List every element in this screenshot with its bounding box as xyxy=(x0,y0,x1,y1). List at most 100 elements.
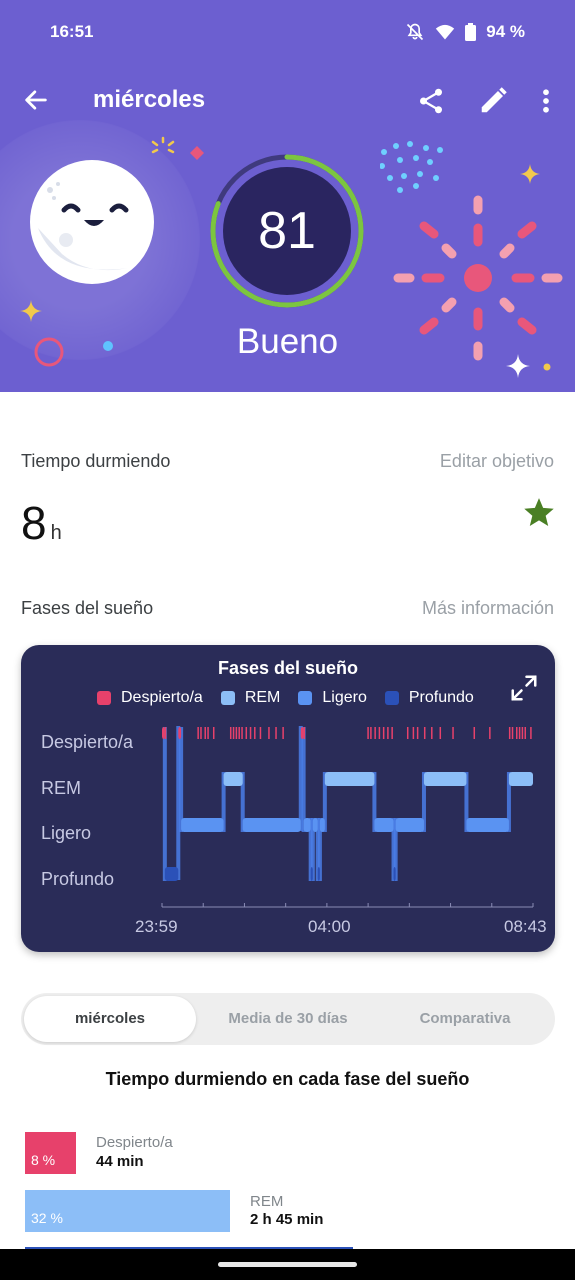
stage-segment-ligero xyxy=(181,818,224,832)
stage-segment-despiertoa xyxy=(300,727,304,739)
legend-swatch-deep xyxy=(384,691,399,705)
stage-transition xyxy=(162,727,167,881)
status-icons: 94 % xyxy=(405,22,525,42)
awake-tick xyxy=(268,727,270,739)
awake-tick xyxy=(232,727,235,739)
y-label-deep: Profundo xyxy=(41,869,115,889)
moon-mascot-icon xyxy=(30,160,154,284)
breakdown-title: Tiempo durmiendo en cada fase del sueño xyxy=(105,1069,470,1089)
battery-icon xyxy=(465,23,477,41)
stage-pct-rem: 32 % xyxy=(31,1210,63,1226)
x-label-end: 08:43 xyxy=(504,917,547,936)
legend-label-light: Ligero xyxy=(322,689,367,706)
stage-segment-profundo xyxy=(393,867,396,881)
mute-icon xyxy=(407,23,424,41)
awake-tick xyxy=(241,727,243,739)
legend-light: Ligero xyxy=(298,689,367,707)
awake-tick xyxy=(200,727,202,739)
legend-swatch-light xyxy=(298,691,313,705)
system-nav-bar xyxy=(0,1249,575,1280)
awake-tick xyxy=(516,727,518,739)
stage-segment-ligero xyxy=(319,818,325,832)
chart-legend: Despierto/a REM Ligero Profundo xyxy=(97,689,474,707)
stage-duration-awake: 44 min xyxy=(96,1153,144,1170)
legend-awake: Despierto/a xyxy=(97,689,203,707)
diamond-decor-icon xyxy=(190,146,204,160)
stage-segment-rem xyxy=(423,772,467,786)
awake-tick xyxy=(204,727,206,739)
sleep-score-header: 16:51 94 % miércoles 81 Bueno xyxy=(0,0,575,392)
stage-segment-rem xyxy=(324,772,375,786)
stage-segment-ligero xyxy=(312,818,318,832)
awake-tick xyxy=(508,727,511,739)
awake-tick xyxy=(207,727,209,739)
awake-tick xyxy=(254,727,256,739)
awake-tick xyxy=(521,727,524,739)
legend-label-rem: REM xyxy=(244,689,281,706)
sleep-time-value: 8h xyxy=(21,496,62,550)
legend-swatch-awake xyxy=(97,691,111,705)
stage-segment-rem xyxy=(223,772,243,786)
stage-segment-profundo xyxy=(164,867,179,881)
awake-tick xyxy=(530,727,532,739)
stage-segment-profundo xyxy=(310,867,313,881)
awake-tick xyxy=(387,727,389,739)
more-info-link[interactable]: Más información xyxy=(422,598,554,619)
awake-tick xyxy=(259,727,262,739)
awake-tick xyxy=(416,727,419,739)
awake-tick xyxy=(235,727,238,739)
awake-tick xyxy=(164,727,167,739)
legend-deep: Profundo xyxy=(384,689,474,707)
tab-compare[interactable]: Comparativa xyxy=(379,996,551,1042)
edit-pencil-icon[interactable] xyxy=(478,86,508,116)
awake-tick xyxy=(391,727,393,739)
more-vert-icon[interactable] xyxy=(536,86,556,116)
awake-tick xyxy=(374,727,376,739)
awake-tick xyxy=(431,727,433,739)
awake-tick xyxy=(212,727,215,739)
awake-tick xyxy=(378,727,381,739)
stage-duration-rem: 2 h 45 min xyxy=(250,1211,324,1228)
awake-tick xyxy=(367,727,369,739)
stage-transition xyxy=(301,727,306,832)
phases-label: Fases del sueño xyxy=(21,598,154,618)
stage-segment-ligero xyxy=(374,818,394,832)
home-gesture-handle[interactable] xyxy=(218,1262,357,1267)
back-arrow-icon[interactable] xyxy=(22,86,50,114)
awake-tick xyxy=(238,727,240,739)
stage-segment-profundo xyxy=(317,867,320,881)
awake-tick xyxy=(452,727,454,739)
awake-tick xyxy=(489,727,491,739)
awake-tick xyxy=(249,727,252,739)
awake-tick xyxy=(473,727,476,739)
awake-tick xyxy=(303,727,306,739)
awake-tick xyxy=(370,727,372,739)
awake-tick xyxy=(245,727,248,739)
stage-segment-ligero xyxy=(242,818,301,832)
expand-icon[interactable] xyxy=(509,673,539,703)
stage-transition xyxy=(179,727,184,832)
x-label-start: 23:59 xyxy=(135,917,178,936)
awake-tick xyxy=(423,727,426,739)
sleep-unit: h xyxy=(50,522,62,544)
y-label-rem: REM xyxy=(41,778,81,798)
status-time: 16:51 xyxy=(50,22,94,41)
awake-tick xyxy=(511,727,514,739)
sleep-phases-chart[interactable]: Fases del sueño Despierto/a REM Ligero P… xyxy=(21,645,555,952)
y-label-awake: Despierto/a xyxy=(41,732,134,752)
legend-label-deep: Profundo xyxy=(408,689,474,706)
stage-name-rem: REM xyxy=(250,1193,284,1210)
awake-tick xyxy=(406,727,409,739)
goal-star-icon xyxy=(524,498,554,527)
x-label-mid: 04:00 xyxy=(308,917,351,936)
tab-day[interactable]: miércoles xyxy=(24,996,196,1042)
legend-rem: REM xyxy=(220,689,281,707)
awake-tick xyxy=(412,727,415,739)
stage-bar-awake: 8 % xyxy=(25,1132,76,1174)
awake-tick xyxy=(382,727,385,739)
y-label-light: Ligero xyxy=(41,823,92,843)
tab-30-day-avg[interactable]: Media de 30 días xyxy=(201,996,375,1042)
edit-goal-link[interactable]: Editar objetivo xyxy=(440,451,554,472)
share-icon[interactable] xyxy=(416,86,446,116)
sleep-score-value: 81 xyxy=(258,202,316,260)
